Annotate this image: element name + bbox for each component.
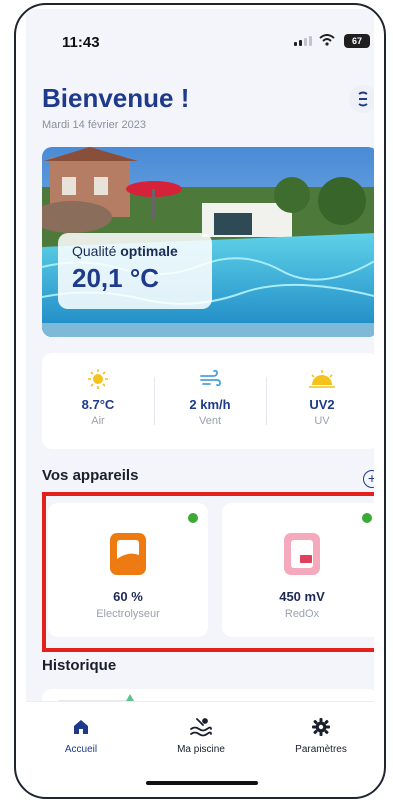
quality-label: Qualité optimale <box>72 243 178 259</box>
current-date: Mardi 14 février 2023 <box>42 119 146 131</box>
weather-uv: UV2 UV <box>266 353 374 449</box>
wifi-icon <box>319 33 335 49</box>
weather-label: Air <box>91 415 105 427</box>
electrolyser-icon <box>110 533 146 575</box>
weather-wind: 2 km/h Vent <box>154 353 266 449</box>
pool-quality-card[interactable]: Qualité optimale 20,1 °C <box>58 233 212 309</box>
plus-icon: + <box>368 470 374 486</box>
home-indicator <box>146 781 258 785</box>
tab-settings[interactable]: Paramètres <box>266 716 374 755</box>
quality-value: optimale <box>120 243 178 259</box>
uv-icon <box>266 367 374 391</box>
sun-icon <box>42 367 154 391</box>
tab-label: Ma piscine <box>177 744 225 755</box>
history-section-title: Historique <box>42 657 117 674</box>
weather-value: UV2 <box>309 397 335 412</box>
gear-icon <box>266 716 374 738</box>
device-value: 450 mV <box>279 589 325 604</box>
battery-icon: 67 <box>344 34 370 48</box>
weather-label: Vent <box>198 415 222 427</box>
weather-value: 2 km/h <box>189 397 231 412</box>
status-time: 11:43 <box>62 34 100 51</box>
devices-section-title: Vos appareils <box>42 467 139 484</box>
tab-home[interactable]: Accueil <box>26 716 136 755</box>
status-online-dot <box>362 513 372 523</box>
app-screen: 11:43 67 Bienvenue ! Mardi 14 février 20… <box>26 9 374 793</box>
device-value: 60 % <box>113 589 143 604</box>
wind-icon <box>154 367 266 391</box>
redox-icon <box>284 533 320 575</box>
add-device-button[interactable]: + <box>363 470 374 488</box>
filter-icon <box>358 91 368 107</box>
bottom-tab-bar: Accueil Ma piscine Paramètres <box>26 701 374 793</box>
weather-value: 8.7°C <box>81 397 115 412</box>
signal-icon <box>294 36 312 46</box>
pool-photo: Qualité optimale 20,1 °C <box>42 147 374 337</box>
device-label: RedOx <box>284 608 320 620</box>
water-temperature: 20,1 °C <box>72 263 160 293</box>
status-bar: 11:43 67 <box>26 9 374 69</box>
weather-label: UV <box>314 415 330 427</box>
phone-frame: 11:43 67 Bienvenue ! Mardi 14 février 20… <box>14 3 386 799</box>
device-card-electrolyser[interactable]: 60 % Electrolyseur <box>48 503 208 637</box>
weather-air: 8.7°C Air <box>42 353 154 449</box>
tab-label: Paramètres <box>295 744 347 755</box>
device-label: Electrolyseur <box>96 608 160 620</box>
notifications-button[interactable] <box>349 85 374 113</box>
weather-panel: 8.7°C Air 2 km/h Vent UV2 UV <box>42 353 374 449</box>
device-card-redox[interactable]: 450 mV RedOx <box>222 503 374 637</box>
page-title: Bienvenue ! <box>42 83 190 113</box>
pool-icon <box>146 716 256 738</box>
tab-label: Accueil <box>64 744 98 755</box>
home-icon <box>26 716 136 738</box>
status-online-dot <box>188 513 198 523</box>
tab-pool[interactable]: Ma piscine <box>146 716 256 755</box>
